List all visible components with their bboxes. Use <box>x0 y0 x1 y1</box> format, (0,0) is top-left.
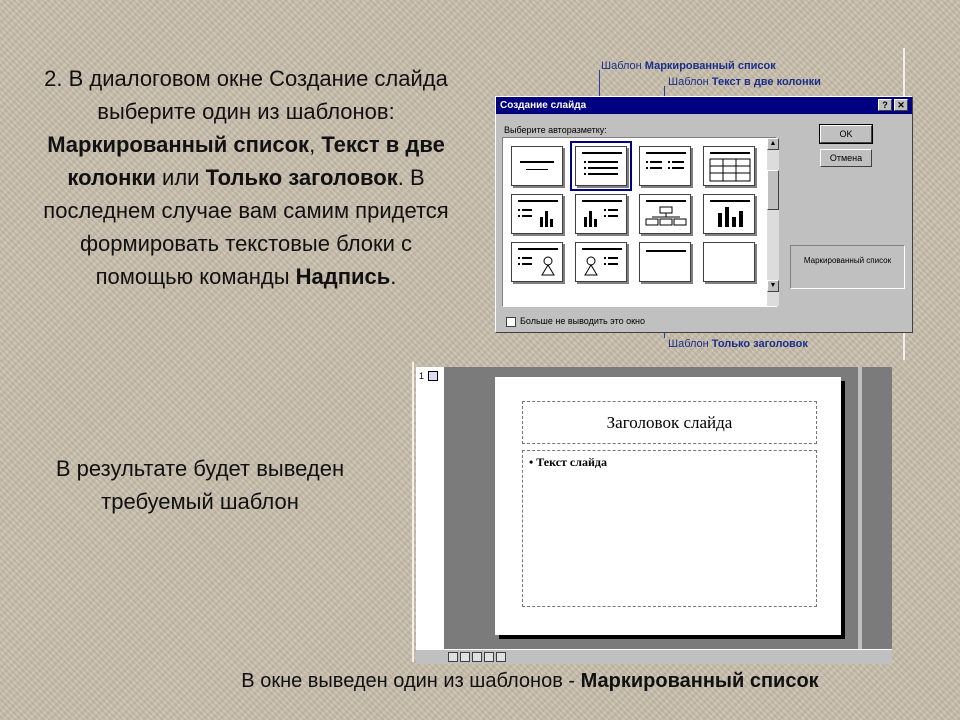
layout-blank[interactable] <box>703 242 755 282</box>
textbox-command-term: Надпись <box>295 264 391 289</box>
dont-show-checkbox[interactable]: Больше не выводить это окно <box>506 316 645 327</box>
close-button[interactable]: ✕ <box>894 99 908 111</box>
instruction-text: 2. В диалоговом окне Создание слайда выб… <box>43 66 449 289</box>
sorter-view-icon[interactable] <box>484 652 494 662</box>
slide-number: 1 <box>419 371 425 381</box>
layout-chart[interactable] <box>703 194 755 234</box>
layout-text-and-chart[interactable] <box>511 194 563 234</box>
result-text: В результате будет выведен требуемый шаб… <box>55 456 345 514</box>
outline-pane: 1 <box>416 367 444 649</box>
layout-chart-and-text[interactable] <box>575 194 627 234</box>
layout-text-and-clipart[interactable] <box>511 242 563 282</box>
layout-org-chart[interactable] <box>639 194 691 234</box>
normal-view-icon[interactable] <box>448 652 458 662</box>
layout-clipart-and-text[interactable] <box>575 242 627 282</box>
checkbox-icon[interactable] <box>506 316 516 327</box>
dialog-title: Создание слайда <box>500 100 587 111</box>
powerpoint-window: 1 Заголовок слайда • Текст слайда <box>416 367 892 664</box>
layout-preview-label: Маркированный список <box>790 245 905 289</box>
layout-title-only[interactable] <box>639 242 691 282</box>
bulleted-list-term: Маркированный список <box>47 132 310 157</box>
title-only-term: Только заголовок <box>205 165 398 190</box>
slide-view-icon[interactable] <box>472 652 482 662</box>
scroll-thumb[interactable] <box>767 170 779 210</box>
callout-two-column: Шаблон Текст в две колонки <box>668 76 821 88</box>
layout-gallery <box>502 137 777 307</box>
slide[interactable]: Заголовок слайда • Текст слайда <box>495 377 841 635</box>
slide-workspace: Заголовок слайда • Текст слайда <box>444 367 892 649</box>
cancel-button[interactable]: Отмена <box>820 149 872 167</box>
help-button[interactable]: ? <box>878 99 892 111</box>
checkbox-label: Больше не выводить это окно <box>520 316 646 326</box>
bottom-caption: В окне выведен один из шаблонов - Маркир… <box>241 670 819 692</box>
title-placeholder[interactable]: Заголовок слайда <box>522 401 817 444</box>
ok-button[interactable]: OK <box>819 124 873 144</box>
view-toolbar <box>416 649 892 664</box>
decorative-line <box>412 362 414 662</box>
dialog-titlebar: Создание слайда ? ✕ <box>496 97 912 114</box>
layout-title-slide[interactable] <box>511 146 563 186</box>
layout-two-column[interactable] <box>639 146 691 186</box>
autolayout-label: Выберите авторазметку: <box>504 125 607 135</box>
new-slide-dialog: Создание слайда ? ✕ Выберите авторазметк… <box>495 96 913 333</box>
body-placeholder[interactable]: • Текст слайда <box>522 450 817 607</box>
scroll-up-icon[interactable]: ▲ <box>767 138 779 150</box>
callout-title-only: Шаблон Только заголовок <box>668 338 808 350</box>
layout-table[interactable] <box>703 146 755 186</box>
vertical-scrollbar[interactable] <box>858 367 862 649</box>
slideshow-view-icon[interactable] <box>496 652 506 662</box>
layout-bulleted-list[interactable] <box>570 141 632 191</box>
scroll-down-icon[interactable]: ▼ <box>767 280 779 292</box>
outline-view-icon[interactable] <box>460 652 470 662</box>
gallery-scrollbar[interactable]: ▲ ▼ <box>767 138 779 306</box>
slide-icon[interactable] <box>428 371 438 381</box>
callout-bulleted-list: Шаблон Маркированный список <box>601 60 776 72</box>
